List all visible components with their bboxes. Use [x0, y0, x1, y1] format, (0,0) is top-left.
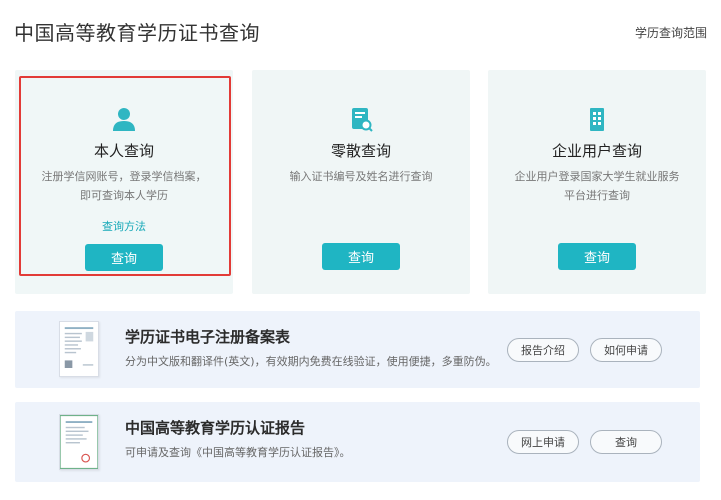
banner-description: 分为中文版和翻译件(英文)，有效期内免费在线验证，使用便捷，多重防伪。 [125, 355, 497, 368]
self-query-button[interactable]: 查询 [85, 244, 163, 271]
banner-certification-report: 中国高等教育学历认证报告 可申请及查询《中国高等教育学历认证报告》。 网上申请 … [15, 402, 700, 482]
card-title: 本人查询 [93, 142, 154, 160]
report-intro-button[interactable]: 报告介绍 [507, 338, 579, 362]
card-enterprise-query: 企业用户查询 企业用户登录国家大学生就业服务平台进行查询 查询 [488, 70, 706, 294]
card-title: 零散查询 [330, 142, 391, 160]
card-self-query: 本人查询 注册学信网账号，登录学信档案，即可查询本人学历 查询方法 查询 [15, 70, 233, 294]
how-to-apply-button[interactable]: 如何申请 [590, 338, 662, 362]
enterprise-query-button[interactable]: 查询 [558, 243, 636, 270]
document-search-icon [352, 108, 373, 132]
card-description: 注册学信网账号，登录学信档案，即可查询本人学历 [41, 170, 207, 202]
query-method-link[interactable]: 查询方法 [15, 218, 233, 234]
card-title: 企业用户查询 [551, 142, 642, 160]
banner-electronic-registration: 学历证书电子注册备案表 分为中文版和翻译件(英文)，有效期内免费在线验证，使用便… [15, 311, 700, 388]
card-description: 企业用户登录国家大学生就业服务平台进行查询 [514, 170, 680, 202]
online-apply-button[interactable]: 网上申请 [507, 430, 579, 454]
banner-description: 可申请及查询《中国高等教育学历认证报告》。 [125, 446, 351, 459]
certificate-thumbnail-icon [59, 321, 99, 377]
report-query-button[interactable]: 查询 [590, 430, 662, 454]
query-scope-link[interactable]: 学历查询范围 [635, 24, 707, 41]
card-scattered-query: 零散查询 输入证书编号及姓名进行查询 查询 [252, 70, 470, 294]
card-description: 输入证书编号及姓名进行查询 [289, 170, 433, 183]
banner-title: 中国高等教育学历认证报告 [125, 419, 306, 437]
person-icon [113, 108, 135, 131]
banner-title: 学历证书电子注册备案表 [125, 328, 291, 346]
scattered-query-button[interactable]: 查询 [322, 243, 400, 270]
page-title: 中国高等教育学历证书查询 [14, 21, 260, 45]
report-thumbnail-icon [59, 414, 99, 470]
building-icon [590, 108, 604, 131]
